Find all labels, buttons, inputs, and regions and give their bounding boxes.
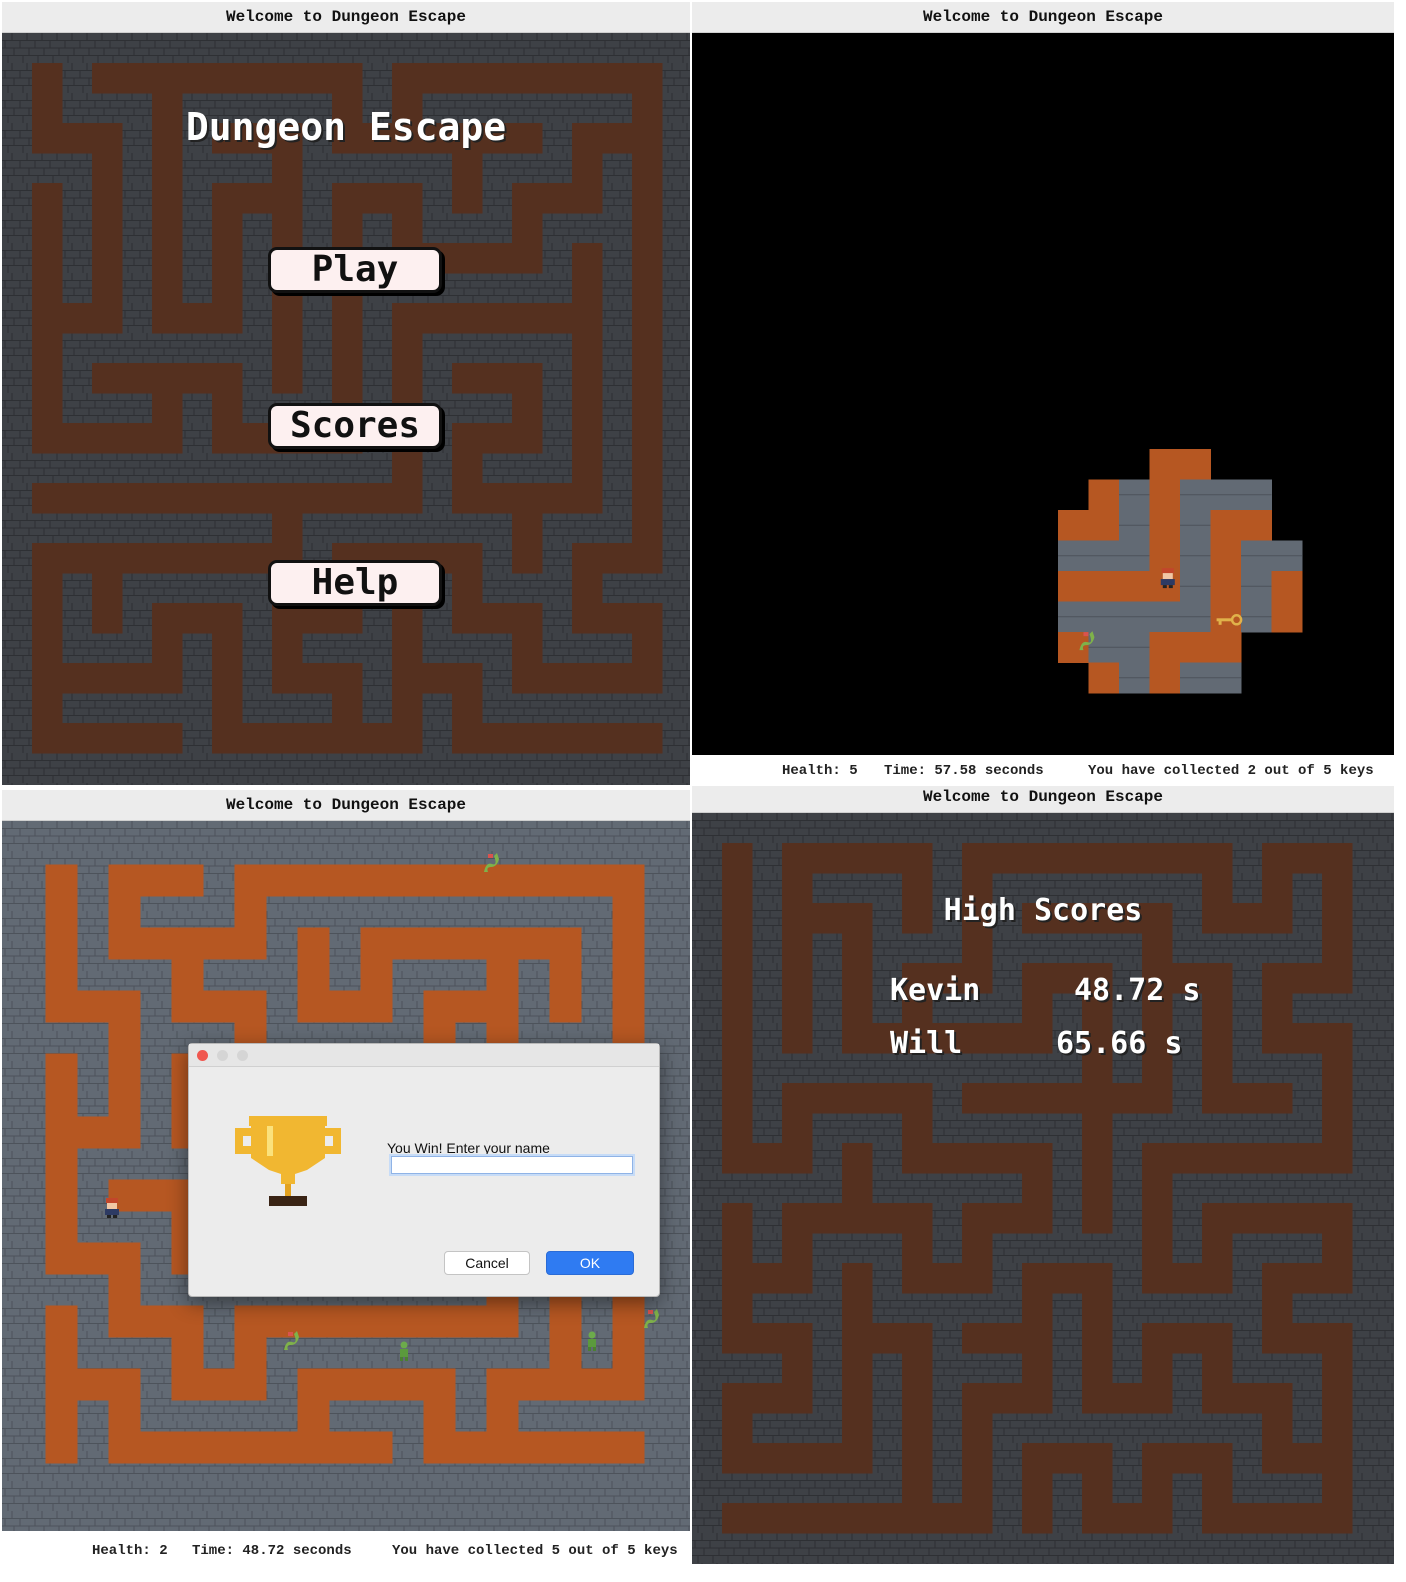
visible-maze-area [692,33,1394,756]
help-button[interactable]: Help [268,560,442,606]
dialog-titlebar [189,1044,659,1067]
health-status: Health: 5 [782,763,858,779]
dialog-message: You Win! Enter your name [387,1140,550,1156]
keys-status: You have collected 5 out of 5 keys [392,1543,678,1559]
play-button[interactable]: Play [268,247,442,293]
keys-status: You have collected 2 out of 5 keys [1088,763,1374,779]
menu-window: Welcome to Dungeon Escape Dungeon Escape… [2,2,690,785]
window-title: Welcome to Dungeon Escape [2,790,690,821]
game-window-dark: Welcome to Dungeon Escape Health: 5 Time… [692,2,1394,785]
win-dialog: You Win! Enter your name Cancel OK [188,1043,660,1297]
name-input[interactable] [391,1156,633,1174]
status-bar: Health: 2 Time: 48.72 seconds You have c… [2,1531,690,1578]
window-title: Welcome to Dungeon Escape [692,786,1394,813]
score-time-1: 48.72 s [1074,973,1201,1008]
score-time-2: 65.66 s [1056,1026,1183,1061]
scores-background: High Scores Kevin 48.72 s Will 65.66 s [692,813,1394,1564]
zoom-dialog-icon [237,1050,248,1061]
score-name-2: Will [890,1026,963,1061]
scores-window: Welcome to Dungeon Escape High Scores Ke… [692,786,1394,1564]
status-bar: Health: 5 Time: 57.58 seconds You have c… [692,755,1394,785]
window-title: Welcome to Dungeon Escape [2,2,690,33]
cancel-button[interactable]: Cancel [444,1251,530,1275]
scores-button[interactable]: Scores [268,403,442,449]
score-name-1: Kevin [890,973,981,1008]
game-window-win: Welcome to Dungeon Escape You Win! Enter… [2,790,690,1578]
hero-sprite [1160,568,1175,589]
hero-sprite [105,1198,119,1218]
trophy-icon [235,1116,341,1206]
time-status: Time: 57.58 seconds [884,763,1044,779]
health-status: Health: 2 [92,1543,168,1559]
game-board-win: You Win! Enter your name Cancel OK [2,821,690,1531]
ok-button[interactable]: OK [546,1251,634,1275]
game-board-dark [692,33,1394,756]
menu-background: Dungeon Escape Play Scores Help [2,33,690,785]
minimize-dialog-icon [217,1050,228,1061]
window-title: Welcome to Dungeon Escape [692,2,1394,33]
close-dialog-icon[interactable] [197,1050,208,1061]
high-scores-title: High Scores [943,893,1143,928]
game-title: Dungeon Escape [185,105,507,149]
time-status: Time: 48.72 seconds [192,1543,352,1559]
